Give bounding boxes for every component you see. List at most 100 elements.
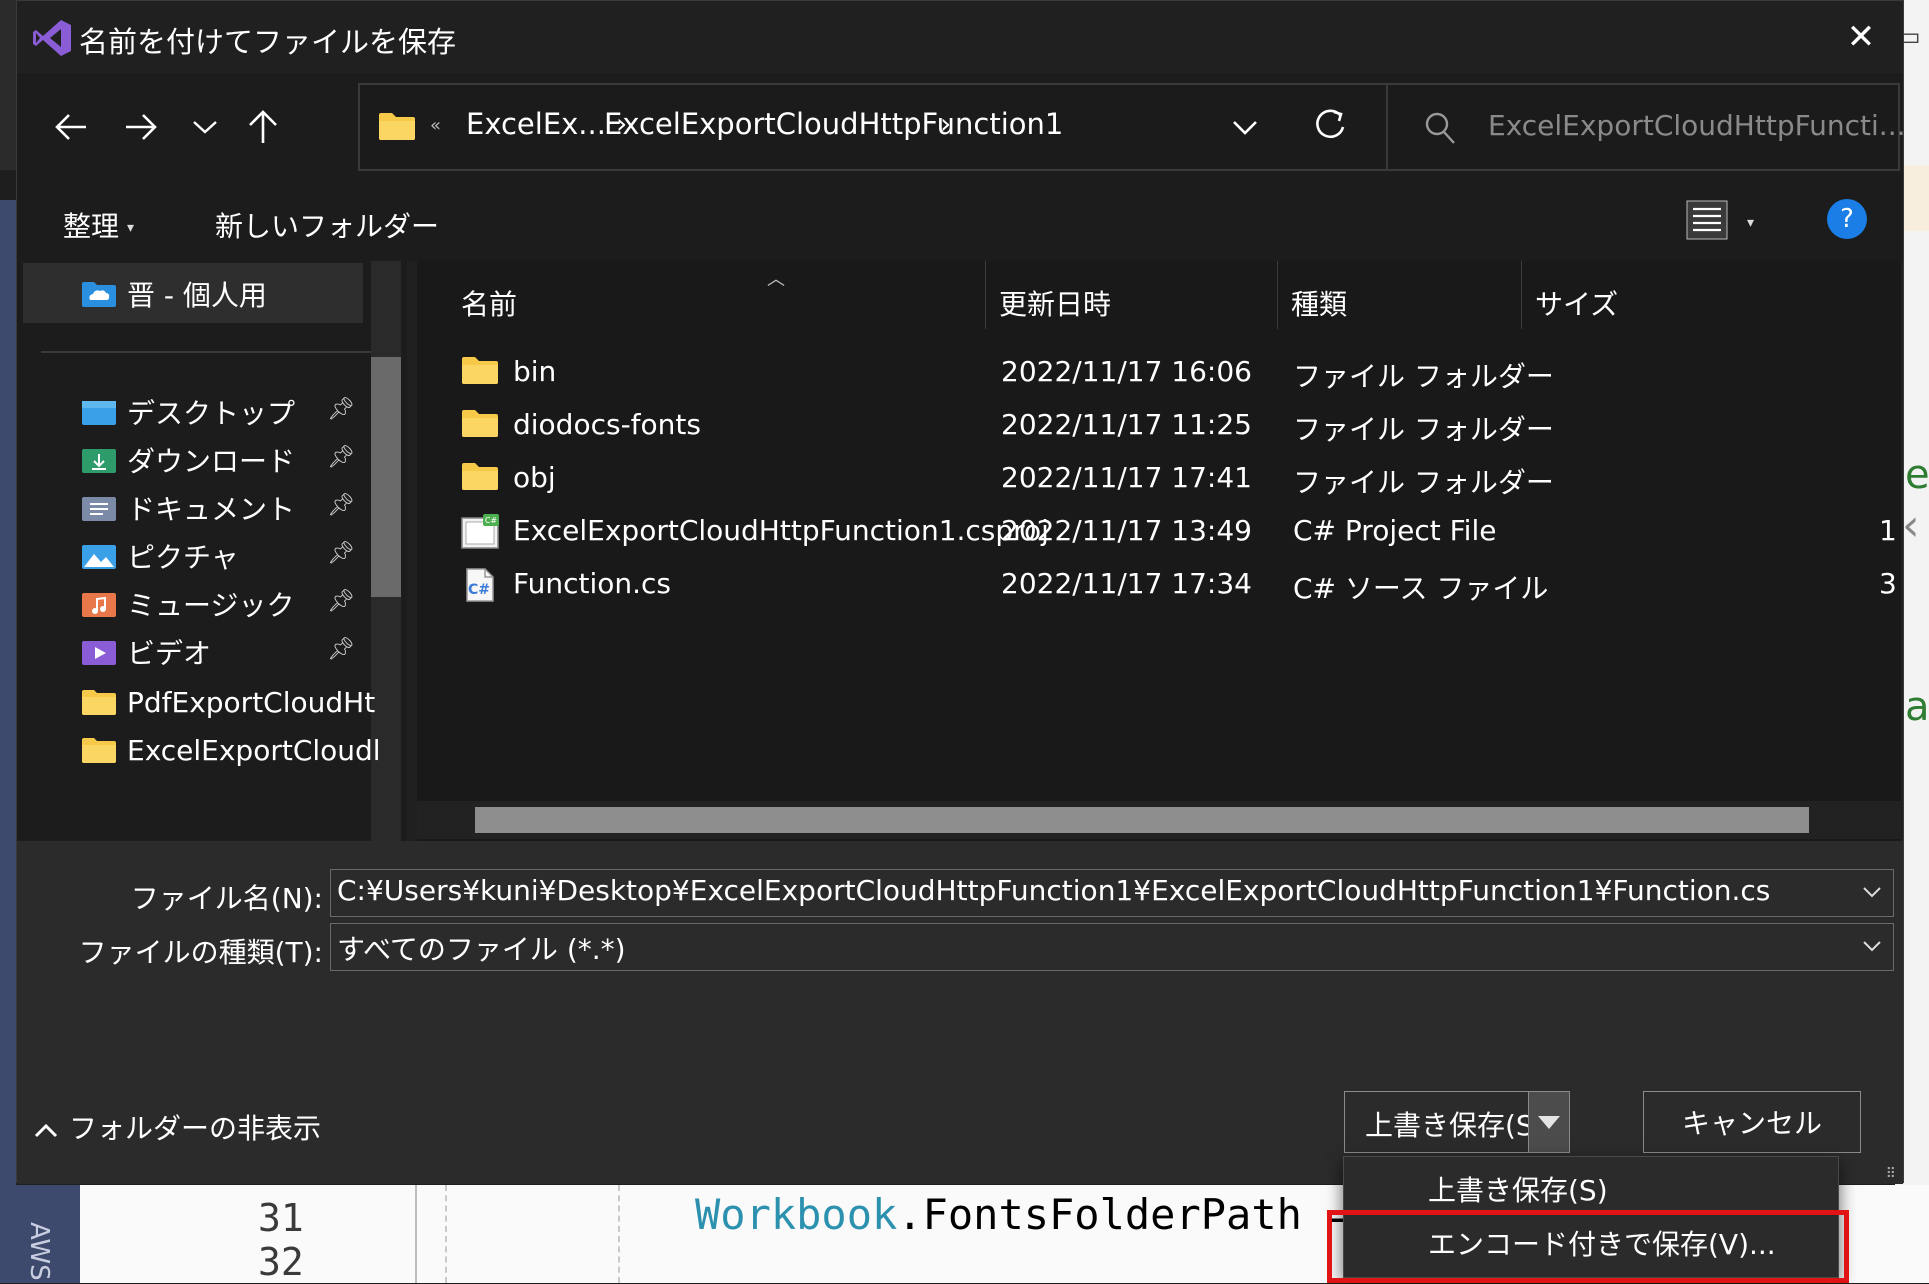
search-input[interactable]: ExcelExportCloudHttpFuncti... xyxy=(1488,109,1906,142)
pin-icon[interactable]: 📌︎ xyxy=(327,445,355,470)
breadcrumb-item[interactable]: ExcelEx... xyxy=(466,107,606,141)
nav-item-onedrive[interactable]: 晋 - 個人用 xyxy=(81,269,267,319)
address-bar[interactable]: « ExcelEx... › ExcelExportCloudHttpFunct… xyxy=(358,83,1388,171)
close-button[interactable]: ✕ xyxy=(1819,1,1903,73)
dialog-title: 名前を付けてファイルを保存 xyxy=(79,25,457,59)
title-bar: 名前を付けてファイルを保存 ✕ xyxy=(17,1,1903,73)
file-type: ファイル フォルダー xyxy=(1293,360,1554,393)
filetype-select[interactable]: すべてのファイル (*.*) xyxy=(330,923,1894,971)
downloads-folder-icon xyxy=(82,449,116,473)
code-class: Workbook xyxy=(695,1190,898,1239)
csharp-file-icon: C# xyxy=(466,568,494,602)
annotation-highlight-box xyxy=(1327,1210,1849,1283)
column-separator[interactable] xyxy=(1521,261,1522,329)
folder-icon xyxy=(82,738,116,763)
chevron-down-icon xyxy=(193,121,217,134)
hide-folders-button[interactable]: フォルダーの非表示 xyxy=(33,1107,321,1147)
breadcrumb-overflow[interactable]: « xyxy=(430,115,441,136)
pin-icon[interactable]: 📌︎ xyxy=(327,589,355,614)
indent-guide xyxy=(618,1185,620,1283)
file-type: C# ソース ファイル xyxy=(1293,572,1549,605)
code-line: Workbook.FontsFolderPath = " xyxy=(695,1190,1403,1239)
search-box[interactable]: ExcelExportCloudHttpFuncti... xyxy=(1388,83,1906,171)
file-row[interactable]: diodocs-fonts 2022/11/17 11:25 ファイル フォルダ… xyxy=(417,400,1901,452)
onedrive-icon xyxy=(82,282,116,307)
editor-margin-line xyxy=(415,1185,417,1283)
nav-item-label: ExcelExportCloudl xyxy=(127,733,381,767)
filename-input[interactable]: C:¥Users¥kuni¥Desktop¥ExcelExportCloudHt… xyxy=(330,869,1894,917)
refresh-icon[interactable] xyxy=(1310,105,1350,145)
file-date: 2022/11/17 17:34 xyxy=(1001,567,1252,600)
file-date: 2022/11/17 11:25 xyxy=(1001,408,1252,441)
organize-button[interactable]: 整理 ▾ xyxy=(63,205,134,245)
background-left-strip xyxy=(0,200,16,1283)
file-type: ファイル フォルダー xyxy=(1293,466,1554,499)
file-date: 2022/11/17 16:06 xyxy=(1001,355,1252,388)
resize-grip-icon[interactable]: ⠿ xyxy=(1886,1167,1897,1181)
filetype-value: すべてのファイル (*.*) xyxy=(337,933,626,966)
nav-item-music[interactable]: ミュージック xyxy=(81,579,294,629)
nav-scrollbar-thumb[interactable] xyxy=(371,357,401,597)
help-button[interactable]: ? xyxy=(1827,199,1867,239)
nav-item-videos[interactable]: ビデオ xyxy=(81,627,211,677)
file-name: Function.cs xyxy=(513,567,671,600)
nav-item-downloads[interactable]: ダウンロード xyxy=(81,435,295,485)
file-row[interactable]: obj 2022/11/17 17:41 ファイル フォルダー xyxy=(417,453,1901,505)
chevron-up-icon xyxy=(34,1123,58,1138)
menu-item-save[interactable]: 上書き保存(S) xyxy=(1428,1169,1608,1209)
file-row[interactable]: bin 2022/11/17 16:06 ファイル フォルダー xyxy=(417,347,1901,399)
column-separator[interactable] xyxy=(1277,261,1278,329)
file-row[interactable]: C# ExcelExportCloudHttpFunction1.csproj … xyxy=(417,506,1901,558)
back-button[interactable] xyxy=(43,101,99,153)
nav-item-documents[interactable]: ドキュメント xyxy=(81,483,295,533)
column-separator[interactable] xyxy=(985,261,986,329)
nav-divider xyxy=(41,351,371,353)
nav-item-folder[interactable]: ExcelExportCloudl xyxy=(81,725,381,775)
file-row[interactable]: C# Function.cs 2022/11/17 17:34 C# ソース フ… xyxy=(417,559,1901,611)
folder-icon xyxy=(462,410,498,437)
filename-label: ファイル名(N): xyxy=(130,882,323,915)
music-folder-icon xyxy=(82,593,116,617)
forward-button[interactable] xyxy=(113,101,169,153)
address-history-chevron-icon[interactable] xyxy=(1230,109,1260,145)
save-button[interactable]: 上書き保存(S) xyxy=(1344,1091,1570,1153)
nav-item-label: ピクチャ xyxy=(127,541,239,574)
cancel-button[interactable]: キャンセル xyxy=(1643,1091,1861,1153)
organize-label: 整理 xyxy=(63,210,120,243)
up-button[interactable] xyxy=(235,101,291,153)
column-header-name[interactable]: 名前 xyxy=(461,283,517,323)
column-header-size[interactable]: サイズ xyxy=(1535,283,1618,323)
nav-item-pictures[interactable]: ピクチャ xyxy=(81,531,239,581)
arrow-left-icon xyxy=(55,114,86,140)
breadcrumb-separator-icon[interactable]: › xyxy=(940,107,951,140)
column-header-date[interactable]: 更新日時 xyxy=(999,283,1111,323)
column-header-type[interactable]: 種類 xyxy=(1291,283,1347,323)
breadcrumb-item[interactable]: ExcelExportCloudHttpFunction1 xyxy=(604,107,1063,141)
navigation-pane: 晋 - 個人用 デスクトップ 📌︎ ダウンロード 📌︎ ドキュメント 📌︎ ピク… xyxy=(17,261,407,841)
nav-item-desktop[interactable]: デスクトップ xyxy=(81,387,295,437)
aws-tab[interactable]: AWS xyxy=(24,1222,54,1281)
sort-ascending-icon: ︿ xyxy=(767,269,785,290)
new-folder-button[interactable]: 新しいフォルダー xyxy=(215,205,439,245)
save-options-dropdown-button[interactable] xyxy=(1528,1092,1569,1152)
hide-folders-label: フォルダーの非表示 xyxy=(69,1112,322,1145)
search-icon xyxy=(1425,112,1455,144)
pin-icon[interactable]: 📌︎ xyxy=(327,541,355,566)
visual-studio-logo-icon xyxy=(33,20,71,56)
pin-icon[interactable]: 📌︎ xyxy=(327,397,355,422)
pin-icon[interactable]: 📌︎ xyxy=(327,637,355,662)
nav-item-label: ドキュメント xyxy=(127,493,296,526)
chevron-down-icon[interactable] xyxy=(1861,934,1883,958)
nav-item-folder[interactable]: PdfExportCloudHt xyxy=(81,677,375,727)
nav-item-label: ミュージック xyxy=(127,589,295,622)
documents-folder-icon xyxy=(82,497,116,521)
file-size: 3 xyxy=(1879,567,1897,600)
desktop-folder-icon xyxy=(82,401,116,425)
view-dropdown-caret-icon[interactable]: ▾ xyxy=(1747,215,1754,231)
chevron-down-icon[interactable] xyxy=(1861,880,1883,904)
recent-locations-button[interactable] xyxy=(177,101,233,153)
view-options-icon[interactable] xyxy=(1685,199,1729,241)
save-file-dialog: 名前を付けてファイルを保存 ✕ « ExcelEx... › ExcelExpo… xyxy=(16,0,1906,1184)
pin-icon[interactable]: 📌︎ xyxy=(327,493,355,518)
horizontal-scrollbar-thumb[interactable] xyxy=(475,807,1809,833)
